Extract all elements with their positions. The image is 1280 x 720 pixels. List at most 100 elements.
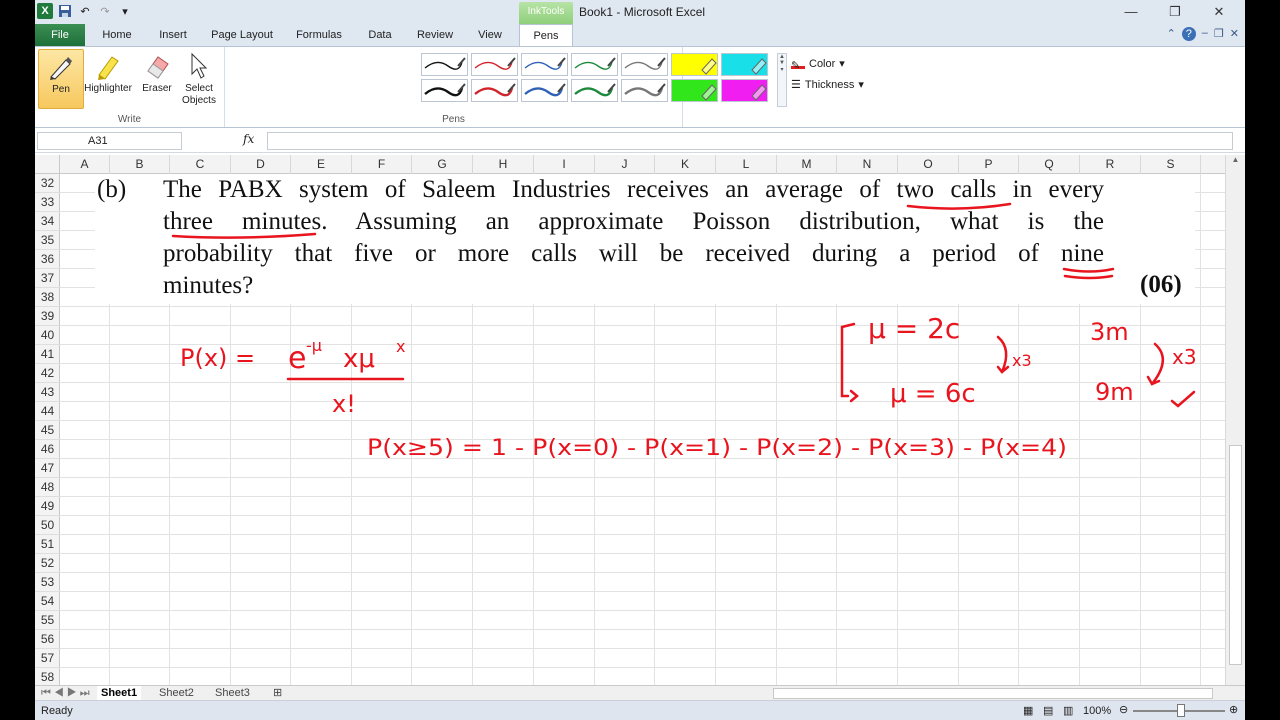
help-icon[interactable]: ?	[1181, 27, 1196, 41]
row-header-51[interactable]: 51	[35, 535, 60, 554]
pen-swatch[interactable]	[421, 79, 468, 102]
row-header-56[interactable]: 56	[35, 630, 60, 649]
color-dropdown[interactable]: ✎ Color ▾	[791, 53, 864, 74]
page-layout-view-icon[interactable]: ▤	[1043, 704, 1053, 717]
pen-swatch[interactable]	[521, 53, 568, 76]
pen-swatch[interactable]	[571, 53, 618, 76]
column-header-B[interactable]: B	[110, 155, 170, 174]
row-header-41[interactable]: 41	[35, 345, 60, 364]
sheet-tab-sheet3[interactable]: Sheet3	[211, 686, 254, 701]
tab-review[interactable]: Review	[413, 24, 457, 46]
row-header-57[interactable]: 57	[35, 649, 60, 668]
row-header-55[interactable]: 55	[35, 611, 60, 630]
row-header-35[interactable]: 35	[35, 231, 60, 250]
pen-swatch[interactable]	[571, 79, 618, 102]
insert-function-icon[interactable]: fx	[243, 132, 254, 146]
tab-pens[interactable]: Pens	[519, 24, 573, 46]
column-header-F[interactable]: F	[352, 155, 412, 174]
column-header-O[interactable]: O	[898, 155, 959, 174]
row-header-47[interactable]: 47	[35, 459, 60, 478]
customize-qat-icon[interactable]: ▾	[117, 3, 133, 19]
column-header-E[interactable]: E	[291, 155, 352, 174]
zoom-out-icon[interactable]: ⊖	[1119, 703, 1128, 716]
tab-file[interactable]: File	[35, 24, 85, 46]
row-header-38[interactable]: 38	[35, 288, 60, 307]
row-header-36[interactable]: 36	[35, 250, 60, 269]
row-header-44[interactable]: 44	[35, 402, 60, 421]
row-header-34[interactable]: 34	[35, 212, 60, 231]
normal-view-icon[interactable]: ▦	[1023, 704, 1033, 717]
tab-data[interactable]: Data	[363, 24, 397, 46]
highlighter-swatch[interactable]	[671, 53, 718, 76]
row-header-45[interactable]: 45	[35, 421, 60, 440]
thickness-dropdown[interactable]: ☰ Thickness ▾	[791, 74, 864, 95]
column-header-J[interactable]: J	[595, 155, 655, 174]
row-header-49[interactable]: 49	[35, 497, 60, 516]
column-header-S[interactable]: S	[1141, 155, 1201, 174]
worksheet-grid[interactable]: (b) The PABX system of Saleem Industries…	[60, 174, 1225, 685]
tab-insert[interactable]: Insert	[153, 24, 193, 46]
zoom-slider-thumb[interactable]	[1177, 704, 1185, 717]
column-header-D[interactable]: D	[231, 155, 291, 174]
row-header-54[interactable]: 54	[35, 592, 60, 611]
tab-home[interactable]: Home	[97, 24, 137, 46]
column-header-A[interactable]: A	[60, 155, 110, 174]
row-header-53[interactable]: 53	[35, 573, 60, 592]
column-header-L[interactable]: L	[716, 155, 777, 174]
tab-page-layout[interactable]: Page Layout	[207, 24, 277, 46]
highlighter-swatch[interactable]	[721, 53, 768, 76]
select-objects-button[interactable]: Select Objects	[177, 49, 221, 109]
column-header-R[interactable]: R	[1080, 155, 1141, 174]
column-header-K[interactable]: K	[655, 155, 716, 174]
excel-logo-icon[interactable]: X	[37, 3, 53, 19]
pen-swatch[interactable]	[471, 53, 518, 76]
pen-swatch[interactable]	[421, 53, 468, 76]
vertical-scrollbar[interactable]: ▲	[1225, 155, 1245, 685]
row-header-50[interactable]: 50	[35, 516, 60, 535]
sheet-nav-icons[interactable]: ⏮ ◀ ▶ ⏭	[37, 686, 94, 701]
select-all-corner[interactable]	[35, 155, 60, 174]
column-header-M[interactable]: M	[777, 155, 837, 174]
row-header-46[interactable]: 46	[35, 440, 60, 459]
name-box[interactable]: A31	[37, 132, 182, 150]
sheet-tab-sheet2[interactable]: Sheet2	[155, 686, 198, 701]
horizontal-scrollbar[interactable]	[773, 688, 1213, 699]
highlighter-button[interactable]: Highlighter	[83, 49, 133, 109]
row-header-40[interactable]: 40	[35, 326, 60, 345]
column-header-C[interactable]: C	[170, 155, 231, 174]
sheet-tab-sheet1[interactable]: Sheet1	[97, 686, 142, 701]
pen-swatch[interactable]	[521, 79, 568, 102]
row-header-43[interactable]: 43	[35, 383, 60, 402]
zoom-in-icon[interactable]: ⊕	[1229, 703, 1238, 716]
column-header-P[interactable]: P	[959, 155, 1019, 174]
minimize-button[interactable]: —	[1109, 2, 1153, 22]
save-icon[interactable]	[57, 3, 73, 19]
highlighter-swatch[interactable]	[671, 79, 718, 102]
highlighter-swatch[interactable]	[721, 79, 768, 102]
pen-gallery-scroll[interactable]: ▲ ▼ ▾	[777, 53, 787, 107]
column-header-G[interactable]: G	[412, 155, 473, 174]
pen-swatch[interactable]	[621, 79, 668, 102]
vertical-scroll-thumb[interactable]	[1229, 445, 1242, 665]
close-button[interactable]: ✕	[1197, 2, 1241, 22]
minimize-ribbon-icon[interactable]: ⌃	[1167, 27, 1176, 41]
pen-swatch[interactable]	[471, 79, 518, 102]
tab-view[interactable]: View	[473, 24, 507, 46]
row-header-52[interactable]: 52	[35, 554, 60, 573]
row-header-39[interactable]: 39	[35, 307, 60, 326]
pen-button[interactable]: Pen	[38, 49, 84, 109]
undo-icon[interactable]: ↶	[77, 3, 93, 19]
column-header-N[interactable]: N	[837, 155, 898, 174]
column-header-Q[interactable]: Q	[1019, 155, 1080, 174]
column-header-I[interactable]: I	[534, 155, 595, 174]
redo-icon[interactable]: ↷	[97, 3, 113, 19]
row-header-48[interactable]: 48	[35, 478, 60, 497]
eraser-button[interactable]: Eraser	[135, 49, 179, 109]
page-break-view-icon[interactable]: ▥	[1063, 704, 1073, 717]
restore-button[interactable]: ❐	[1153, 2, 1197, 22]
row-header-32[interactable]: 32	[35, 174, 60, 193]
tab-formulas[interactable]: Formulas	[291, 24, 347, 46]
workbook-minimize-icon[interactable]: –	[1202, 27, 1208, 41]
row-header-37[interactable]: 37	[35, 269, 60, 288]
formula-input[interactable]	[267, 132, 1233, 150]
